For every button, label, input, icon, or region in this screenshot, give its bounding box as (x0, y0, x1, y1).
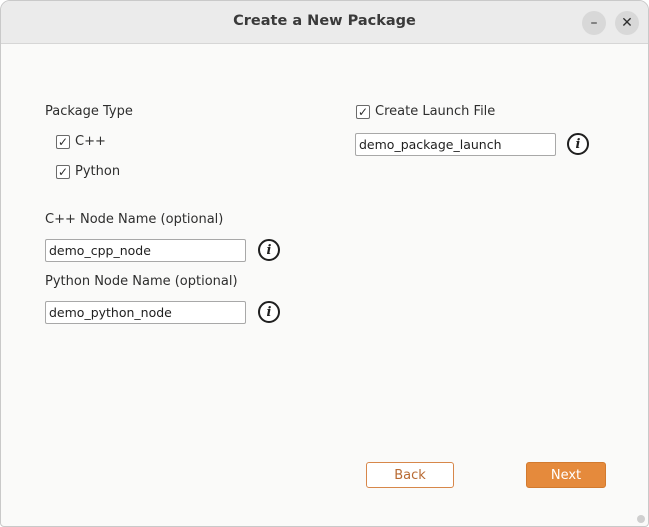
back-button[interactable]: Back (366, 462, 454, 488)
resize-grip[interactable] (637, 515, 645, 523)
info-icon-glyph: i (575, 136, 581, 152)
package-dialog: Create a New Package – ✕ Package Type ✓ … (0, 0, 649, 527)
close-icon: ✕ (621, 15, 633, 31)
cpp-checkbox[interactable]: ✓ (56, 135, 70, 149)
cpp-node-name-input[interactable] (45, 239, 246, 262)
info-icon[interactable]: i (258, 239, 280, 261)
info-icon[interactable]: i (567, 133, 589, 155)
checkmark-icon: ✓ (57, 135, 69, 149)
checkmark-icon: ✓ (357, 105, 369, 119)
minimize-icon: – (590, 15, 598, 31)
dialog-title: Create a New Package (233, 13, 416, 29)
next-button[interactable]: Next (526, 462, 606, 488)
python-node-name-label: Python Node Name (optional) (45, 274, 238, 289)
info-icon[interactable]: i (258, 301, 280, 323)
cpp-node-name-label: C++ Node Name (optional) (45, 212, 224, 227)
minimize-button[interactable]: – (582, 11, 606, 35)
python-checkbox-label[interactable]: Python (75, 164, 120, 179)
checkmark-icon: ✓ (57, 165, 69, 179)
launch-file-name-input[interactable] (355, 133, 556, 156)
python-node-name-input[interactable] (45, 301, 246, 324)
cpp-checkbox-label[interactable]: C++ (75, 134, 106, 149)
info-icon-glyph: i (266, 304, 272, 320)
launch-file-checkbox-label[interactable]: Create Launch File (375, 104, 495, 119)
info-icon-glyph: i (266, 242, 272, 258)
close-button[interactable]: ✕ (615, 11, 639, 35)
package-type-label: Package Type (45, 104, 133, 119)
title-bar: Create a New Package – ✕ (1, 1, 648, 44)
python-checkbox[interactable]: ✓ (56, 165, 70, 179)
launch-file-checkbox[interactable]: ✓ (356, 105, 370, 119)
